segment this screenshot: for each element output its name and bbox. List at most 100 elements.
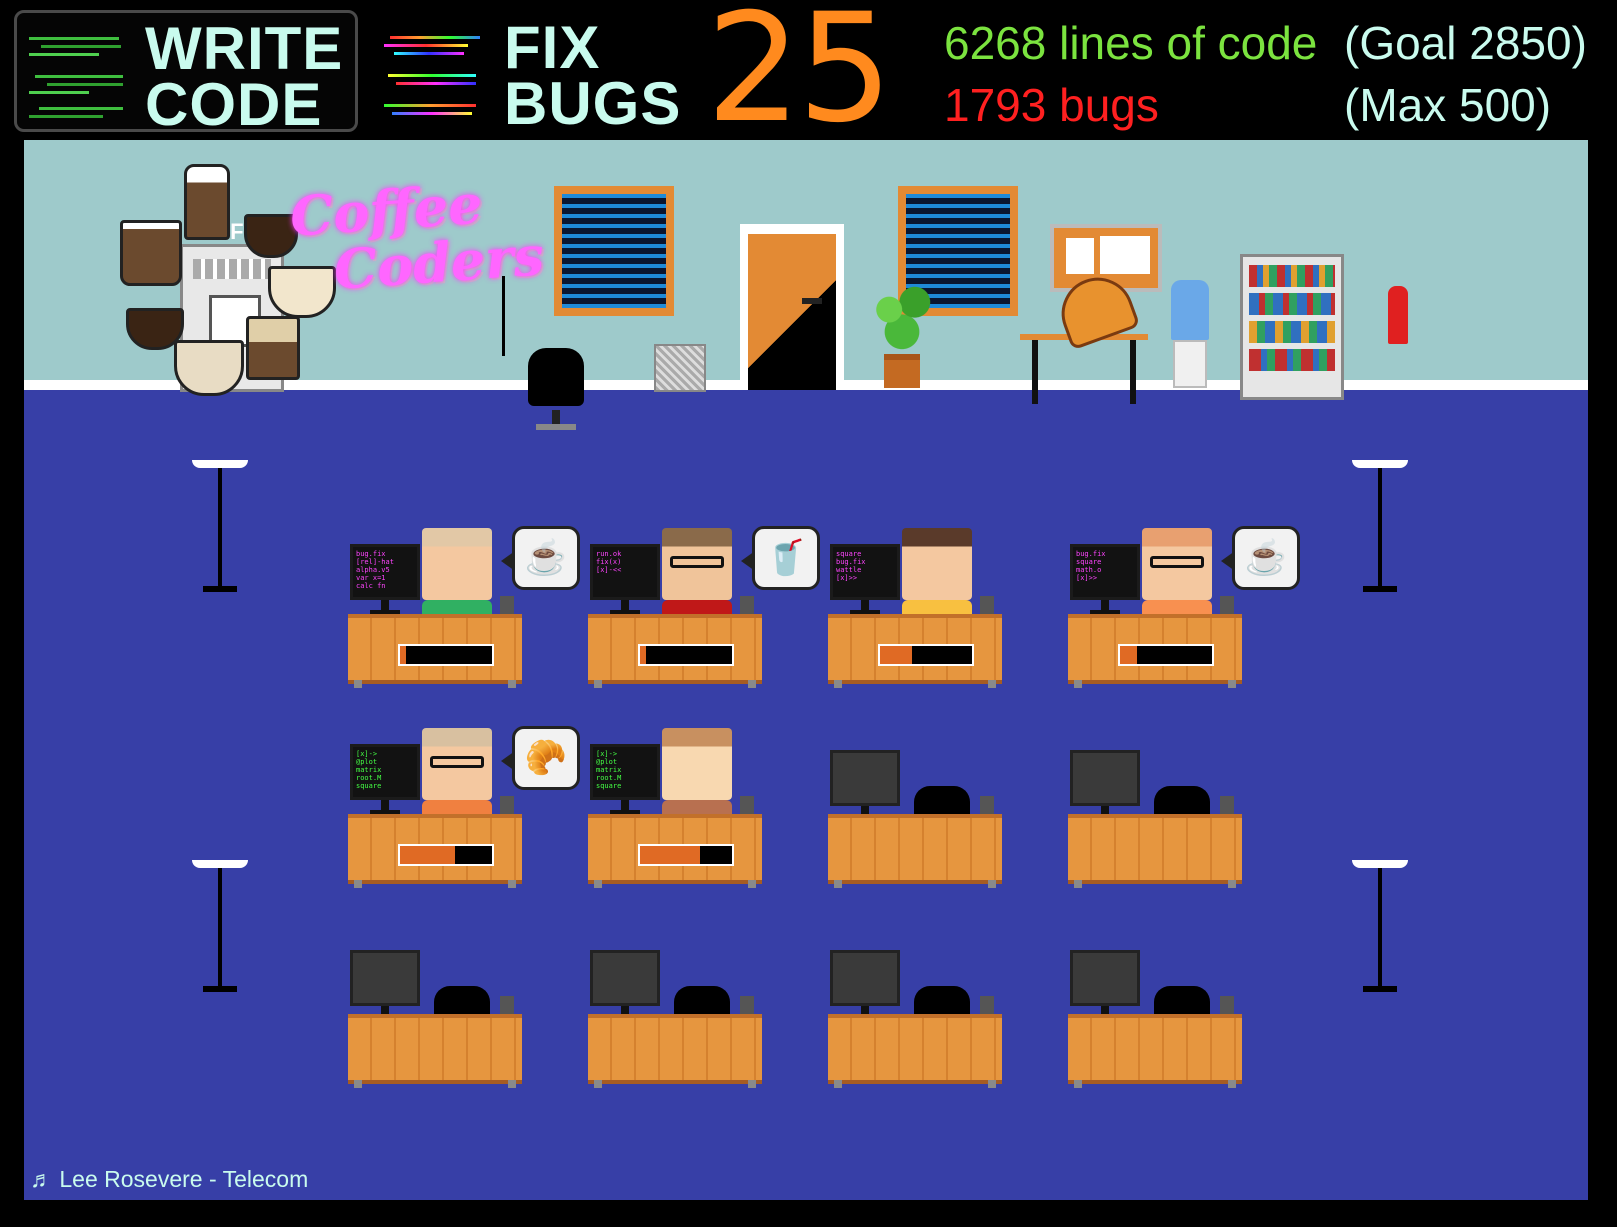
- workstation-occupied[interactable]: square bug.fix wattle [x]>>: [820, 520, 1010, 690]
- desk-leg: [988, 680, 996, 688]
- lines-goal: (Goal 2850): [1344, 17, 1587, 69]
- desk-leg: [988, 1080, 996, 1088]
- task-progress-bar: [398, 644, 494, 666]
- empty-chair: [1154, 986, 1210, 1016]
- workstation-empty[interactable]: [340, 920, 530, 1090]
- workstation-empty[interactable]: [1060, 920, 1250, 1090]
- workstation-occupied[interactable]: [x]-> @plot matrix root.M square: [580, 720, 770, 890]
- developer-head[interactable]: [422, 728, 492, 800]
- bugs-max: (Max 500): [1344, 79, 1552, 131]
- monitor-stand: [861, 600, 869, 610]
- monitor-stand: [381, 600, 389, 610]
- task-progress-fill: [400, 646, 406, 664]
- desk-leg: [748, 680, 756, 688]
- workstation-occupied[interactable]: [x]-> @plot matrix root.M square 🥐: [340, 720, 580, 890]
- green-code-lines-icon: [29, 33, 139, 123]
- desk-grid: bug.fix [rel]-hat alpha.v5 var x=1 calc …: [24, 140, 1588, 1200]
- desk: [588, 1014, 762, 1088]
- desk-leg: [1228, 1080, 1236, 1088]
- bubble-tail: [1221, 551, 1235, 571]
- latte-cup-icon: ☕: [1244, 539, 1288, 577]
- task-progress-bar: [398, 844, 494, 866]
- monitor-code-text: [x]-> @plot matrix root.M square: [356, 750, 382, 790]
- desk-leg: [748, 880, 756, 888]
- workstation-occupied[interactable]: run.ok fix(x) [x]-<< 🥤: [580, 520, 820, 690]
- monitor-code-text: bug.fix square math.o [x]>>: [1076, 550, 1106, 582]
- developer-head[interactable]: [902, 528, 972, 600]
- monitor-stand: [1101, 600, 1109, 610]
- request-bubble[interactable]: 🥤: [741, 526, 820, 590]
- workstation-occupied[interactable]: bug.fix square math.o [x]>> ☕: [1060, 520, 1300, 690]
- empty-chair: [434, 986, 490, 1016]
- task-progress-fill: [880, 646, 913, 664]
- monitor: [590, 950, 660, 1006]
- rainbow-code-lines-icon: [384, 30, 494, 120]
- monitor: [1070, 750, 1140, 806]
- developer-head[interactable]: [662, 728, 732, 800]
- monitor-stand: [621, 600, 629, 610]
- developer-head[interactable]: [662, 528, 732, 600]
- coffee-cup-icon: ☕: [524, 539, 568, 577]
- iced-coffee-icon: 🥤: [764, 539, 808, 577]
- desk-leg: [594, 680, 602, 688]
- monitor: run.ok fix(x) [x]-<<: [590, 544, 660, 600]
- fix-bugs-button[interactable]: FIX BUGS: [372, 10, 702, 137]
- bubble-tail: [741, 551, 755, 571]
- monitor: [830, 750, 900, 806]
- pencil-cup-icon: [1220, 996, 1234, 1016]
- task-progress-fill: [640, 846, 700, 864]
- bugs-counter: 1793 bugs: [944, 79, 1159, 131]
- workstation-empty[interactable]: [820, 720, 1010, 890]
- monitor: [830, 950, 900, 1006]
- request-bubble[interactable]: 🥐: [501, 726, 580, 790]
- desk: [1068, 614, 1242, 688]
- desk-leg: [748, 1080, 756, 1088]
- bubble-tail: [501, 751, 515, 771]
- empty-chair: [1154, 786, 1210, 816]
- desk: [828, 614, 1002, 688]
- desk-leg: [354, 880, 362, 888]
- monitor: bug.fix square math.o [x]>>: [1070, 544, 1140, 600]
- monitor-code-text: square bug.fix wattle [x]>>: [836, 550, 866, 582]
- croissant-icon: 🥐: [524, 739, 568, 777]
- desk-leg: [834, 1080, 842, 1088]
- desk-leg: [508, 1080, 516, 1088]
- desk-leg: [834, 880, 842, 888]
- request-bubble[interactable]: ☕: [501, 526, 580, 590]
- monitor-stand: [381, 800, 389, 810]
- workstation-occupied[interactable]: bug.fix [rel]-hat alpha.v5 var x=1 calc …: [340, 520, 580, 690]
- monitor: [350, 950, 420, 1006]
- desk: [828, 1014, 1002, 1088]
- pencil-cup-icon: [740, 596, 754, 616]
- write-code-button[interactable]: WRITE CODE: [14, 10, 358, 135]
- monitor-code-text: bug.fix [rel]-hat alpha.v5 var x=1 calc …: [356, 550, 394, 590]
- task-progress-fill: [640, 646, 646, 664]
- monitor: [x]-> @plot matrix root.M square: [590, 744, 660, 800]
- developer-head[interactable]: [422, 528, 492, 600]
- desk-leg: [1074, 1080, 1082, 1088]
- hud-bar: WRITE CODE FIX BUGS 25 6268 lines of code …: [0, 0, 1617, 144]
- empty-chair: [914, 786, 970, 816]
- glasses-icon: [430, 756, 484, 768]
- workstation-empty[interactable]: [580, 920, 770, 1090]
- request-bubble[interactable]: ☕: [1221, 526, 1300, 590]
- pencil-cup-icon: [740, 996, 754, 1016]
- pencil-cup-icon: [980, 996, 994, 1016]
- bubble-tail: [501, 551, 515, 571]
- task-progress-bar: [1118, 644, 1214, 666]
- workstation-empty[interactable]: [1060, 720, 1250, 890]
- pencil-cup-icon: [1220, 796, 1234, 816]
- pencil-cup-icon: [980, 596, 994, 616]
- pencil-cup-icon: [1220, 596, 1234, 616]
- music-credit: ♬ Lee Rosevere - Telecom: [30, 1166, 308, 1193]
- desk-leg: [1228, 880, 1236, 888]
- fix-bugs-label: FIX BUGS: [504, 14, 682, 137]
- pencil-cup-icon: [500, 996, 514, 1016]
- lines-of-code-counter: 6268 lines of code: [944, 17, 1318, 69]
- developer-head[interactable]: [1142, 528, 1212, 600]
- workstation-empty[interactable]: [820, 920, 1010, 1090]
- desk-leg: [1228, 680, 1236, 688]
- monitor: square bug.fix wattle [x]>>: [830, 544, 900, 600]
- office-scene: OFF Coffee Coders bug.fix [rel]-hat alph…: [24, 140, 1588, 1200]
- desk: [588, 614, 762, 688]
